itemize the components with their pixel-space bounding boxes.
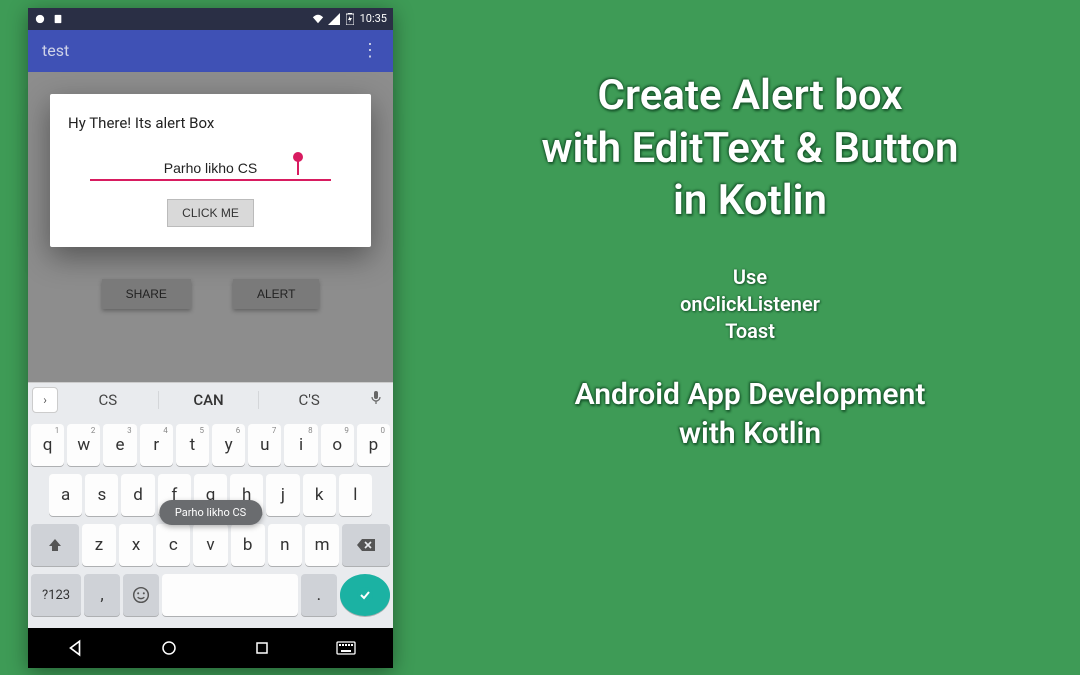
keyboard-suggestion-bar: › CS CAN C'S (28, 382, 393, 418)
key-z[interactable]: z (82, 524, 116, 566)
headline-line-3: in Kotlin (430, 175, 1070, 228)
suggestion-3[interactable]: C'S (259, 391, 359, 409)
key-p[interactable]: p0 (357, 424, 390, 466)
wifi-icon (312, 13, 324, 25)
course-line-1: Android App Development (430, 375, 1070, 414)
backspace-key[interactable] (342, 524, 390, 566)
share-button[interactable]: SHARE (102, 279, 191, 309)
key-a[interactable]: a (49, 474, 82, 516)
promo-headline: Create Alert box with EditText & Button … (430, 70, 1070, 228)
app-title: test (42, 41, 361, 60)
key-t[interactable]: t5 (176, 424, 209, 466)
dialog-scrim: Hy There! Its alert Box CLICK ME SHARE A… (28, 72, 393, 382)
key-c[interactable]: c (156, 524, 190, 566)
key-w[interactable]: w2 (67, 424, 100, 466)
nav-keyboard-switch-icon[interactable] (335, 637, 357, 659)
headline-line-2: with EditText & Button (430, 123, 1070, 176)
alert-dialog: Hy There! Its alert Box CLICK ME (50, 94, 371, 247)
toast-message: Parho likho CS (159, 500, 262, 525)
shift-key[interactable] (31, 524, 79, 566)
mic-icon[interactable] (359, 390, 393, 410)
network-dot-icon (34, 13, 46, 25)
dialog-title: Hy There! Its alert Box (68, 114, 353, 132)
overflow-menu-icon[interactable]: ⋮ (361, 49, 379, 53)
key-k[interactable]: k (303, 474, 336, 516)
alert-button[interactable]: ALERT (233, 279, 319, 309)
key-m[interactable]: m (305, 524, 339, 566)
key-v[interactable]: v (193, 524, 227, 566)
nav-home-icon[interactable] (158, 637, 180, 659)
key-q[interactable]: q1 (31, 424, 64, 466)
key-r[interactable]: r4 (140, 424, 173, 466)
status-time: 10:35 (360, 12, 387, 25)
app-bar: test ⋮ (28, 30, 393, 72)
key-l[interactable]: l (339, 474, 372, 516)
key-j[interactable]: j (266, 474, 299, 516)
key-x[interactable]: x (119, 524, 153, 566)
emoji-key[interactable] (123, 574, 159, 616)
key-o[interactable]: o9 (321, 424, 354, 466)
promo-text: Create Alert box with EditText & Button … (430, 70, 1070, 453)
suggestion-2[interactable]: CAN (159, 391, 260, 409)
key-u[interactable]: u7 (248, 424, 281, 466)
comma-key[interactable]: , (84, 574, 120, 616)
click-me-button[interactable]: CLICK ME (167, 199, 254, 227)
space-key[interactable] (162, 574, 298, 616)
phone-frame: 10:35 test ⋮ Hy There! Its alert Box CLI… (28, 8, 393, 668)
key-i[interactable]: i8 (284, 424, 317, 466)
suggestion-1[interactable]: CS (58, 391, 159, 409)
text-cursor-icon (297, 157, 299, 175)
key-e[interactable]: e3 (103, 424, 136, 466)
signal-icon (328, 13, 340, 25)
enter-key[interactable] (340, 574, 390, 616)
promo-sub: Use onClickListener Toast (430, 264, 1070, 345)
key-d[interactable]: d (121, 474, 154, 516)
sub-line-1: Use (430, 264, 1070, 291)
key-b[interactable]: b (231, 524, 265, 566)
period-key[interactable]: . (301, 574, 337, 616)
key-s[interactable]: s (85, 474, 118, 516)
headline-line-1: Create Alert box (430, 70, 1070, 123)
key-y[interactable]: y6 (212, 424, 245, 466)
course-line-2: with Kotlin (430, 414, 1070, 453)
sub-line-2: onClickListener (430, 291, 1070, 318)
battery-icon (344, 13, 356, 25)
main-button-row: SHARE ALERT (28, 279, 393, 309)
sim-icon (52, 13, 64, 25)
nav-recents-icon[interactable] (251, 637, 273, 659)
expand-suggestions-icon[interactable]: › (32, 387, 58, 413)
nav-back-icon[interactable] (64, 637, 86, 659)
status-bar: 10:35 (28, 8, 393, 30)
promo-course: Android App Development with Kotlin (430, 375, 1070, 453)
soft-keyboard: q1 w2 e3 r4 t5 y6 u7 i8 o9 p0 a s d f g … (28, 418, 393, 628)
edit-text-wrap (90, 158, 331, 181)
key-n[interactable]: n (268, 524, 302, 566)
sub-line-3: Toast (430, 318, 1070, 345)
symbols-key[interactable]: ?123 (31, 574, 81, 616)
nav-bar (28, 628, 393, 668)
